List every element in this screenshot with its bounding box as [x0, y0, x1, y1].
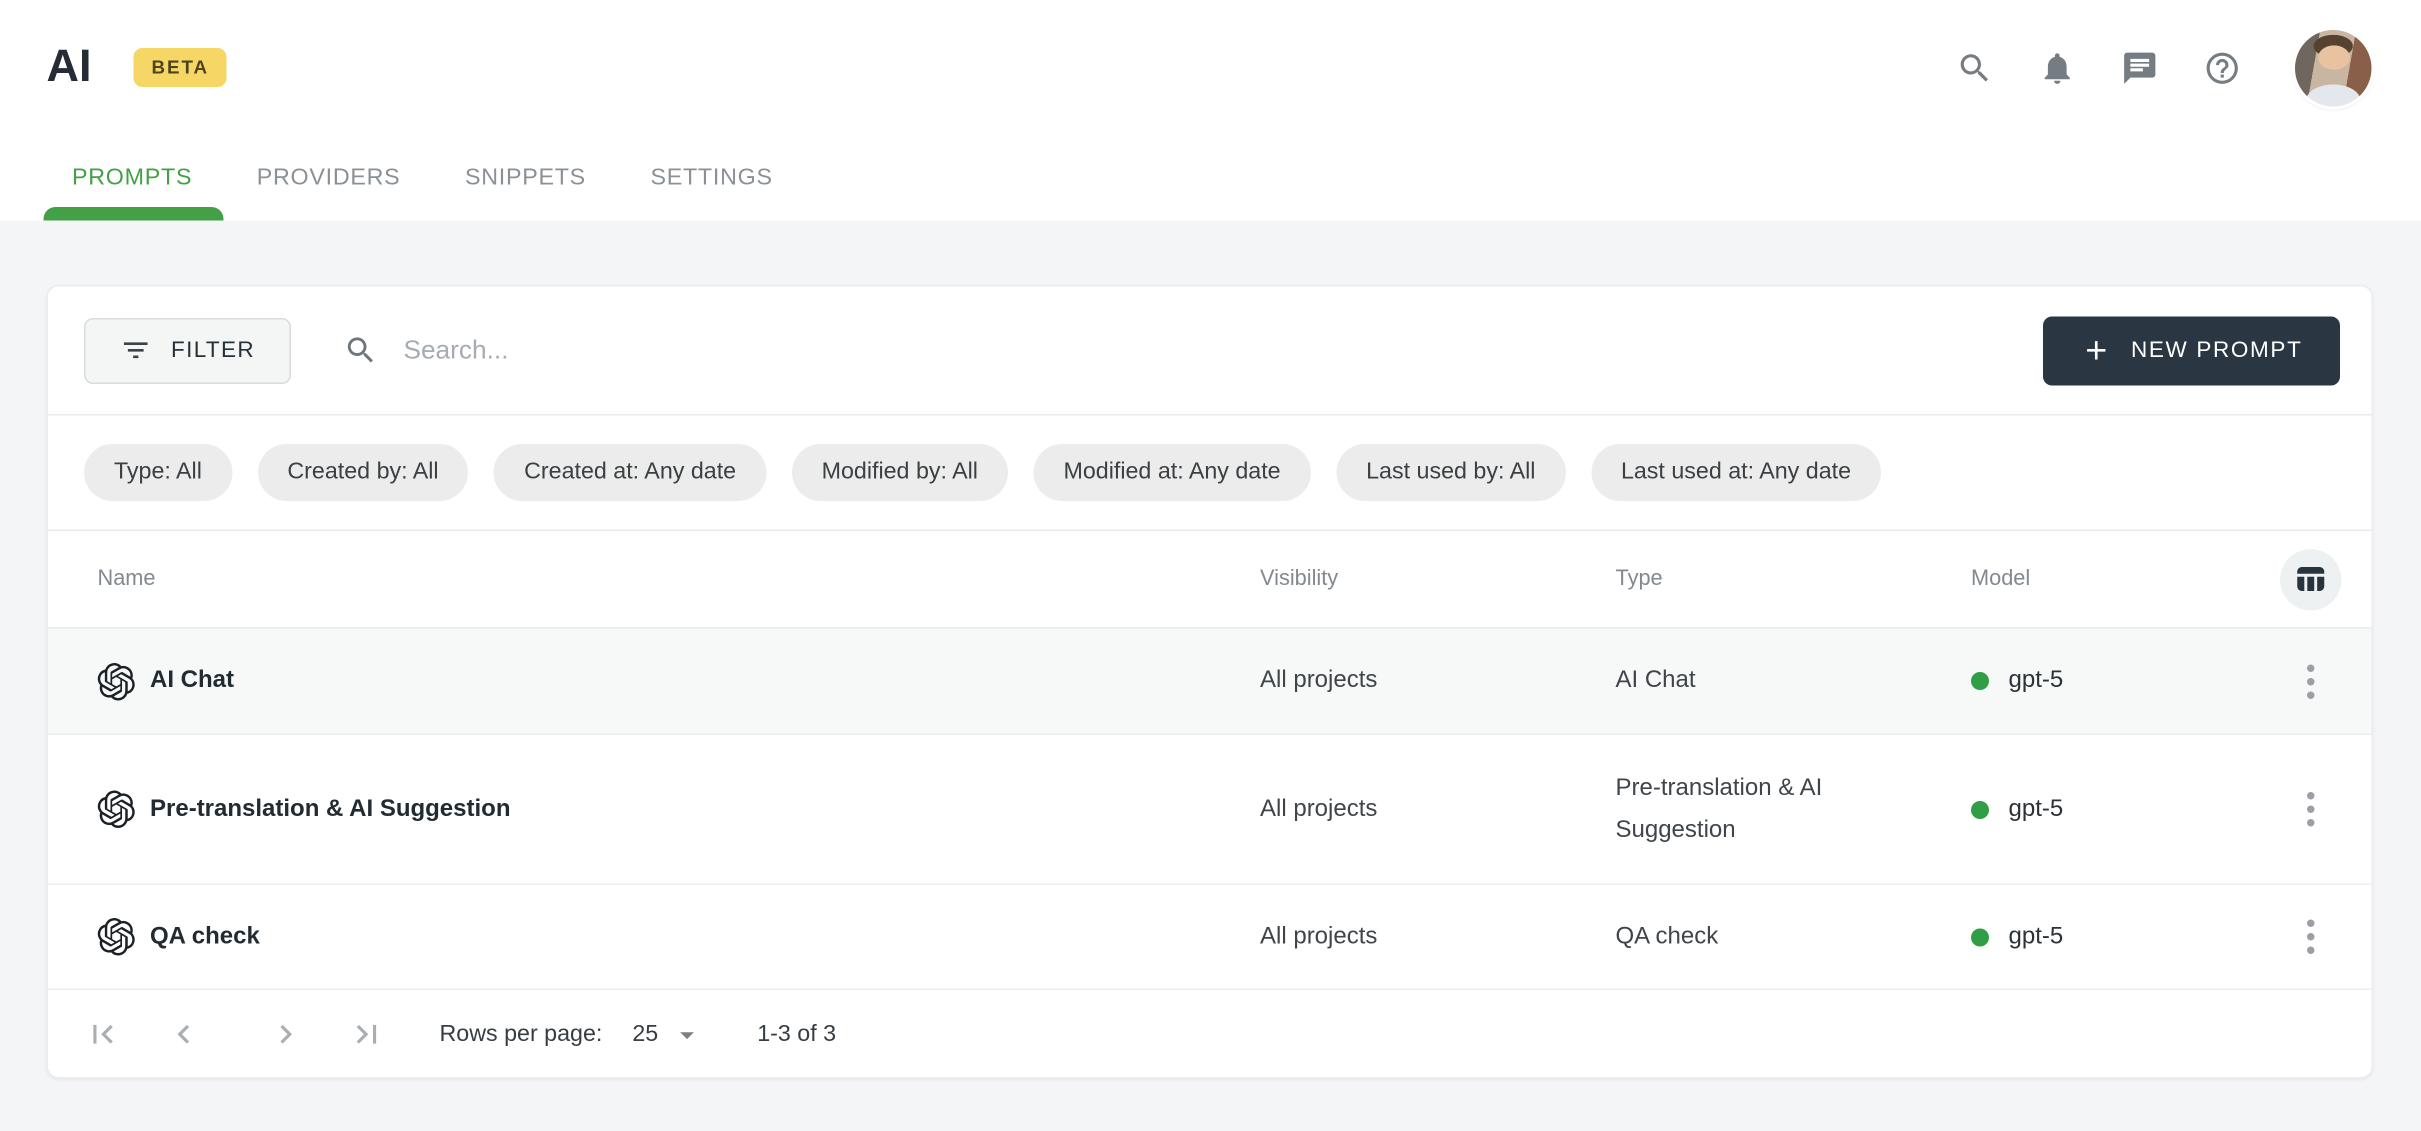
search-icon[interactable]: [1956, 49, 1994, 87]
column-header-type: Type: [1616, 567, 1972, 591]
tab-providers[interactable]: PROVIDERS: [257, 135, 401, 221]
user-avatar[interactable]: [2295, 29, 2372, 106]
model-name: gpt-5: [2009, 796, 2064, 823]
first-page-icon[interactable]: [84, 1016, 122, 1054]
beta-badge: BETA: [134, 48, 227, 87]
prompt-name: AI Chat: [150, 668, 234, 695]
filter-button-label: FILTER: [171, 338, 255, 364]
app-logo: AI: [47, 42, 92, 93]
prompts-card: FILTER NEW PROMPT Type: All Created by: …: [47, 285, 2374, 1079]
new-prompt-button[interactable]: NEW PROMPT: [2042, 316, 2340, 385]
active-tab-indicator: [44, 207, 224, 221]
chip-type[interactable]: Type: All: [84, 444, 232, 501]
openai-logo-icon: [98, 918, 136, 956]
rows-per-page-label: Rows per page:: [440, 1021, 603, 1048]
chip-created-by[interactable]: Created by: All: [257, 444, 468, 501]
rows-per-page-select[interactable]: 25: [632, 1018, 703, 1051]
model-name: gpt-5: [2009, 923, 2064, 950]
row-menu-kebab-icon[interactable]: [2278, 904, 2344, 970]
viewport: AI BETA PROMPTS: [0, 0, 2421, 1131]
visibility-cell: All projects: [1260, 923, 1616, 950]
notifications-bell-icon[interactable]: [2039, 49, 2077, 87]
new-prompt-button-label: NEW PROMPT: [2131, 338, 2303, 364]
app-header: AI BETA PROMPTS: [0, 0, 2421, 221]
search-input[interactable]: [400, 333, 2042, 368]
chip-last-used-at[interactable]: Last used at: Any date: [1591, 444, 1881, 501]
table-pagination: Rows per page: 25 1-3 of 3: [48, 990, 2372, 1079]
column-picker-button[interactable]: [2280, 548, 2342, 610]
model-status-dot: [1971, 928, 1989, 946]
chip-modified-at[interactable]: Modified at: Any date: [1033, 444, 1310, 501]
table-columns-icon: [2292, 561, 2330, 597]
tab-snippets-label: SNIPPETS: [465, 164, 586, 191]
top-bar: AI BETA: [0, 0, 2421, 135]
filter-icon: [120, 335, 152, 367]
table-header-row: Name Visibility Type Model: [48, 531, 2372, 629]
rows-per-page-value: 25: [632, 1021, 658, 1048]
tab-settings[interactable]: SETTINGS: [650, 135, 772, 221]
visibility-cell: All projects: [1260, 796, 1616, 823]
model-status-dot: [1971, 800, 1989, 818]
model-cell: gpt-5: [1971, 668, 2268, 695]
chip-modified-by[interactable]: Modified by: All: [792, 444, 1008, 501]
search-field-icon: [343, 333, 378, 368]
prompt-name: Pre-translation & AI Suggestion: [150, 796, 510, 823]
type-cell: AI Chat: [1616, 661, 1972, 702]
pagination-controls: [84, 1016, 386, 1054]
previous-page-icon[interactable]: [165, 1016, 203, 1054]
table-row[interactable]: Pre-translation & AI Suggestion All proj…: [48, 735, 2372, 885]
row-menu-kebab-icon[interactable]: [2278, 776, 2344, 842]
column-header-name: Name: [98, 567, 1261, 591]
prompt-name-cell: QA check: [98, 918, 1261, 956]
filter-button[interactable]: FILTER: [84, 317, 291, 383]
tab-prompts[interactable]: PROMPTS: [72, 135, 192, 221]
prompt-name-cell: Pre-translation & AI Suggestion: [98, 791, 1261, 829]
model-cell: gpt-5: [1971, 923, 2268, 950]
chevron-down-icon: [670, 1018, 703, 1051]
type-cell: QA check: [1616, 916, 1972, 957]
openai-logo-icon: [98, 662, 136, 700]
plus-icon: [2080, 335, 2112, 367]
row-menu-kebab-icon[interactable]: [2278, 648, 2344, 714]
pagination-range: 1-3 of 3: [757, 1021, 836, 1048]
model-cell: gpt-5: [1971, 796, 2268, 823]
model-status-dot: [1971, 672, 1989, 690]
filter-chips-row: Type: All Created by: All Created at: An…: [48, 416, 2372, 532]
column-header-model: Model: [1971, 567, 2268, 591]
page-content: FILTER NEW PROMPT Type: All Created by: …: [0, 221, 2421, 1131]
chip-last-used-by[interactable]: Last used by: All: [1336, 444, 1565, 501]
table-toolbar: FILTER NEW PROMPT: [48, 287, 2372, 416]
type-cell: Pre-translation & AI Suggestion: [1616, 768, 1972, 850]
tab-providers-label: PROVIDERS: [257, 164, 401, 191]
openai-logo-icon: [98, 791, 136, 829]
chip-created-at[interactable]: Created at: Any date: [494, 444, 766, 501]
tab-prompts-label: PROMPTS: [72, 164, 192, 191]
column-header-visibility: Visibility: [1260, 567, 1616, 591]
last-page-icon[interactable]: [348, 1016, 386, 1054]
chat-feedback-icon[interactable]: [2121, 49, 2159, 87]
table-row[interactable]: QA check All projects QA check gpt-5: [48, 885, 2372, 990]
prompt-name: QA check: [150, 923, 260, 950]
model-name: gpt-5: [2009, 668, 2064, 695]
next-page-icon[interactable]: [267, 1016, 305, 1054]
help-icon[interactable]: [2204, 49, 2242, 87]
tab-snippets[interactable]: SNIPPETS: [465, 135, 586, 221]
search-box: [343, 333, 2042, 368]
tab-settings-label: SETTINGS: [650, 164, 772, 191]
app-window: AI BETA PROMPTS: [0, 0, 2421, 1131]
header-actions: [1956, 29, 2372, 106]
main-tabs: PROMPTS PROVIDERS SNIPPETS SETTINGS: [0, 135, 2421, 221]
table-row[interactable]: AI Chat All projects AI Chat gpt-5: [48, 629, 2372, 736]
prompt-name-cell: AI Chat: [98, 662, 1261, 700]
visibility-cell: All projects: [1260, 668, 1616, 695]
